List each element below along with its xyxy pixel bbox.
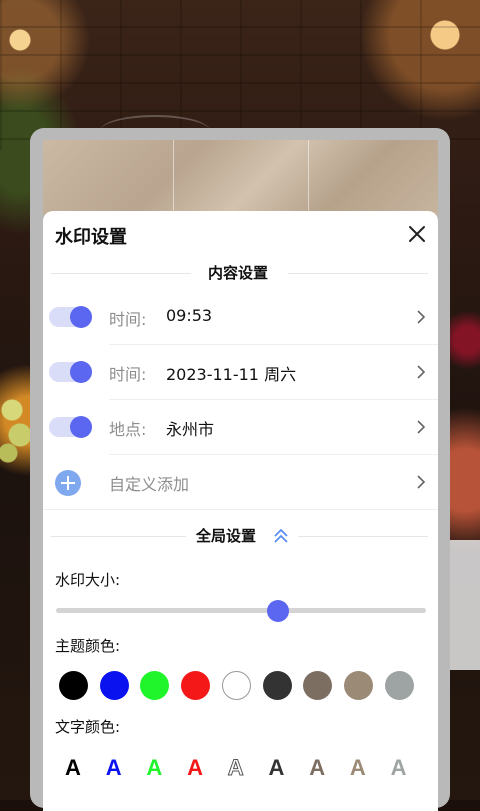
divider [51, 273, 191, 274]
chevron-right-icon [417, 475, 426, 489]
grapes [0, 395, 32, 465]
color-swatch[interactable] [221, 671, 251, 700]
location-toggle[interactable] [49, 416, 92, 438]
plus-icon[interactable] [55, 470, 81, 496]
text-color-option[interactable]: A [146, 755, 162, 781]
color-swatch[interactable] [384, 671, 414, 700]
chevron-right-icon [417, 420, 426, 434]
text-color-option[interactable]: A [187, 755, 203, 781]
text-color-options: AAAAAAAAA [65, 755, 437, 785]
color-swatch[interactable] [303, 671, 333, 700]
divider [51, 536, 186, 537]
toggle-knob [70, 361, 92, 383]
toggle-knob [70, 306, 92, 328]
date-toggle[interactable] [49, 361, 92, 383]
color-swatch[interactable] [140, 671, 170, 700]
theme-color-swatches [59, 671, 431, 701]
divider [298, 536, 428, 537]
chevron-right-icon [417, 365, 426, 379]
size-slider[interactable] [56, 600, 426, 622]
text-color-option[interactable]: A [269, 755, 285, 781]
row-divider [43, 509, 438, 510]
text-color-option[interactable]: A [106, 755, 122, 781]
custom-add-label: 自定义添加 [109, 475, 190, 494]
global-settings-header[interactable]: 全局设置 [43, 525, 438, 547]
theme-color-label: 主题颜色: [55, 637, 121, 655]
text-color-label: 文字颜色: [55, 718, 121, 736]
color-swatch[interactable] [99, 671, 129, 700]
grid-line [308, 140, 309, 215]
color-swatch[interactable] [181, 671, 211, 700]
close-icon[interactable] [406, 223, 428, 245]
row-key: 地点: [109, 420, 147, 439]
toggle-knob [70, 416, 92, 438]
location-row[interactable]: 地点: 永州市 [43, 400, 438, 455]
chevron-right-icon [417, 310, 426, 324]
text-color-option[interactable]: A [309, 755, 325, 781]
time-row[interactable]: 时间: 09:53 [43, 290, 438, 345]
size-label: 水印大小: [55, 571, 121, 589]
double-chevron-up-icon[interactable] [272, 527, 290, 545]
content-settings-header: 内容设置 [43, 262, 438, 284]
row-key: 时间: [109, 310, 147, 329]
custom-add-row[interactable]: 自定义添加 [43, 455, 438, 510]
color-swatch[interactable] [59, 671, 88, 700]
watermark-settings-sheet: 水印设置 内容设置 时间: 09:53 时间: 2023-11-11 周六 地点… [43, 211, 438, 811]
row-key: 时间: [109, 365, 147, 384]
row-value: 2023-11-11 周六 [166, 365, 297, 384]
text-color-option[interactable]: A [391, 755, 407, 781]
preview-photo [43, 140, 438, 215]
content-settings-title: 内容设置 [208, 264, 269, 282]
panel-title: 水印设置 [55, 227, 127, 248]
color-swatch[interactable] [343, 671, 373, 700]
text-color-option[interactable]: A [350, 755, 366, 781]
slider-thumb[interactable] [267, 600, 289, 622]
global-settings-title: 全局设置 [196, 527, 257, 545]
color-swatch[interactable] [262, 671, 292, 700]
row-value: 09:53 [166, 306, 213, 325]
date-row[interactable]: 时间: 2023-11-11 周六 [43, 345, 438, 400]
row-value: 永州市 [166, 420, 215, 439]
text-color-option[interactable]: A [227, 755, 244, 781]
divider [288, 273, 428, 274]
text-color-option[interactable]: A [65, 755, 81, 781]
time-toggle[interactable] [49, 306, 92, 328]
grid-line [173, 140, 174, 215]
